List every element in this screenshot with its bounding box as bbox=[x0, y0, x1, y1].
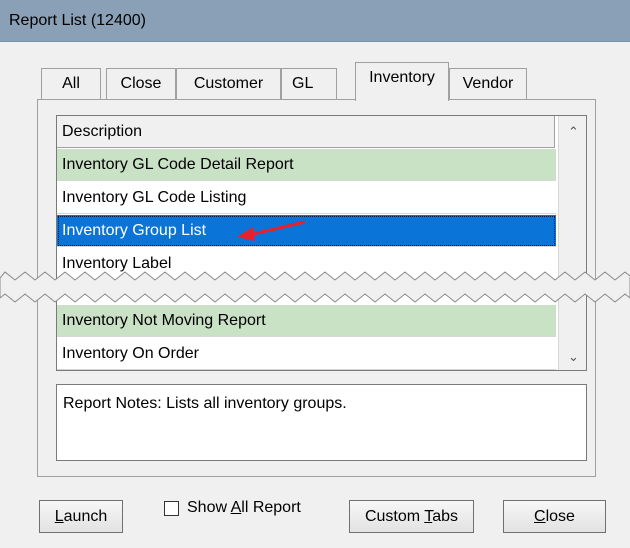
tab-close-label: Close bbox=[120, 75, 162, 92]
window-title: Report List (12400) bbox=[9, 12, 146, 29]
show-all-report-checkbox[interactable]: Show All Report bbox=[164, 497, 301, 519]
custom-tabs-button[interactable]: Custom Tabs bbox=[349, 500, 474, 533]
list-item[interactable]: Inventory GL Code Detail Report bbox=[57, 149, 556, 181]
vertical-scrollbar[interactable]: ⌃ ⌄ bbox=[558, 116, 586, 370]
list-item[interactable]: Inventory Not Moving Report bbox=[57, 305, 556, 337]
report-notes: Report Notes: Lists all inventory groups… bbox=[56, 384, 587, 461]
tab-all-label: All bbox=[62, 75, 80, 92]
tab-close[interactable]: Close bbox=[106, 68, 176, 100]
column-header-description[interactable]: Description bbox=[57, 116, 555, 148]
close-button[interactable]: Close bbox=[503, 500, 606, 533]
chevron-up-icon: ⌃ bbox=[568, 124, 579, 139]
scroll-up-button[interactable]: ⌃ bbox=[559, 116, 586, 147]
checkbox-box[interactable] bbox=[164, 500, 179, 516]
list-item[interactable]: Inventory On Order bbox=[57, 338, 556, 370]
tab-inventory[interactable]: Inventory bbox=[355, 62, 449, 101]
tear-divider bbox=[0, 271, 630, 303]
tab-customer-label: Customer bbox=[193, 75, 264, 92]
list-item[interactable]: Inventory GL Code Listing bbox=[57, 182, 556, 214]
scroll-down-button[interactable]: ⌄ bbox=[559, 341, 586, 370]
tab-vendor-label: Vendor bbox=[462, 75, 514, 92]
tab-all[interactable]: All bbox=[41, 68, 101, 100]
tab-gl-label: GL bbox=[292, 75, 314, 92]
tab-inventory-label: Inventory bbox=[369, 69, 435, 86]
tab-gl[interactable]: GL bbox=[281, 68, 337, 100]
report-notes-text: Report Notes: Lists all inventory groups… bbox=[63, 395, 347, 412]
tab-vendor[interactable]: Vendor bbox=[449, 68, 527, 100]
title-bar: Report List (12400) bbox=[0, 0, 630, 42]
red-arrow-annotation bbox=[237, 220, 306, 241]
show-all-report-label: Show All Report bbox=[187, 499, 301, 516]
launch-button[interactable]: Launch bbox=[39, 500, 123, 533]
tab-customer[interactable]: Customer bbox=[176, 68, 281, 100]
report-list[interactable]: Description Inventory GL Code Detail Rep… bbox=[56, 115, 587, 371]
chevron-down-icon: ⌄ bbox=[568, 349, 579, 364]
